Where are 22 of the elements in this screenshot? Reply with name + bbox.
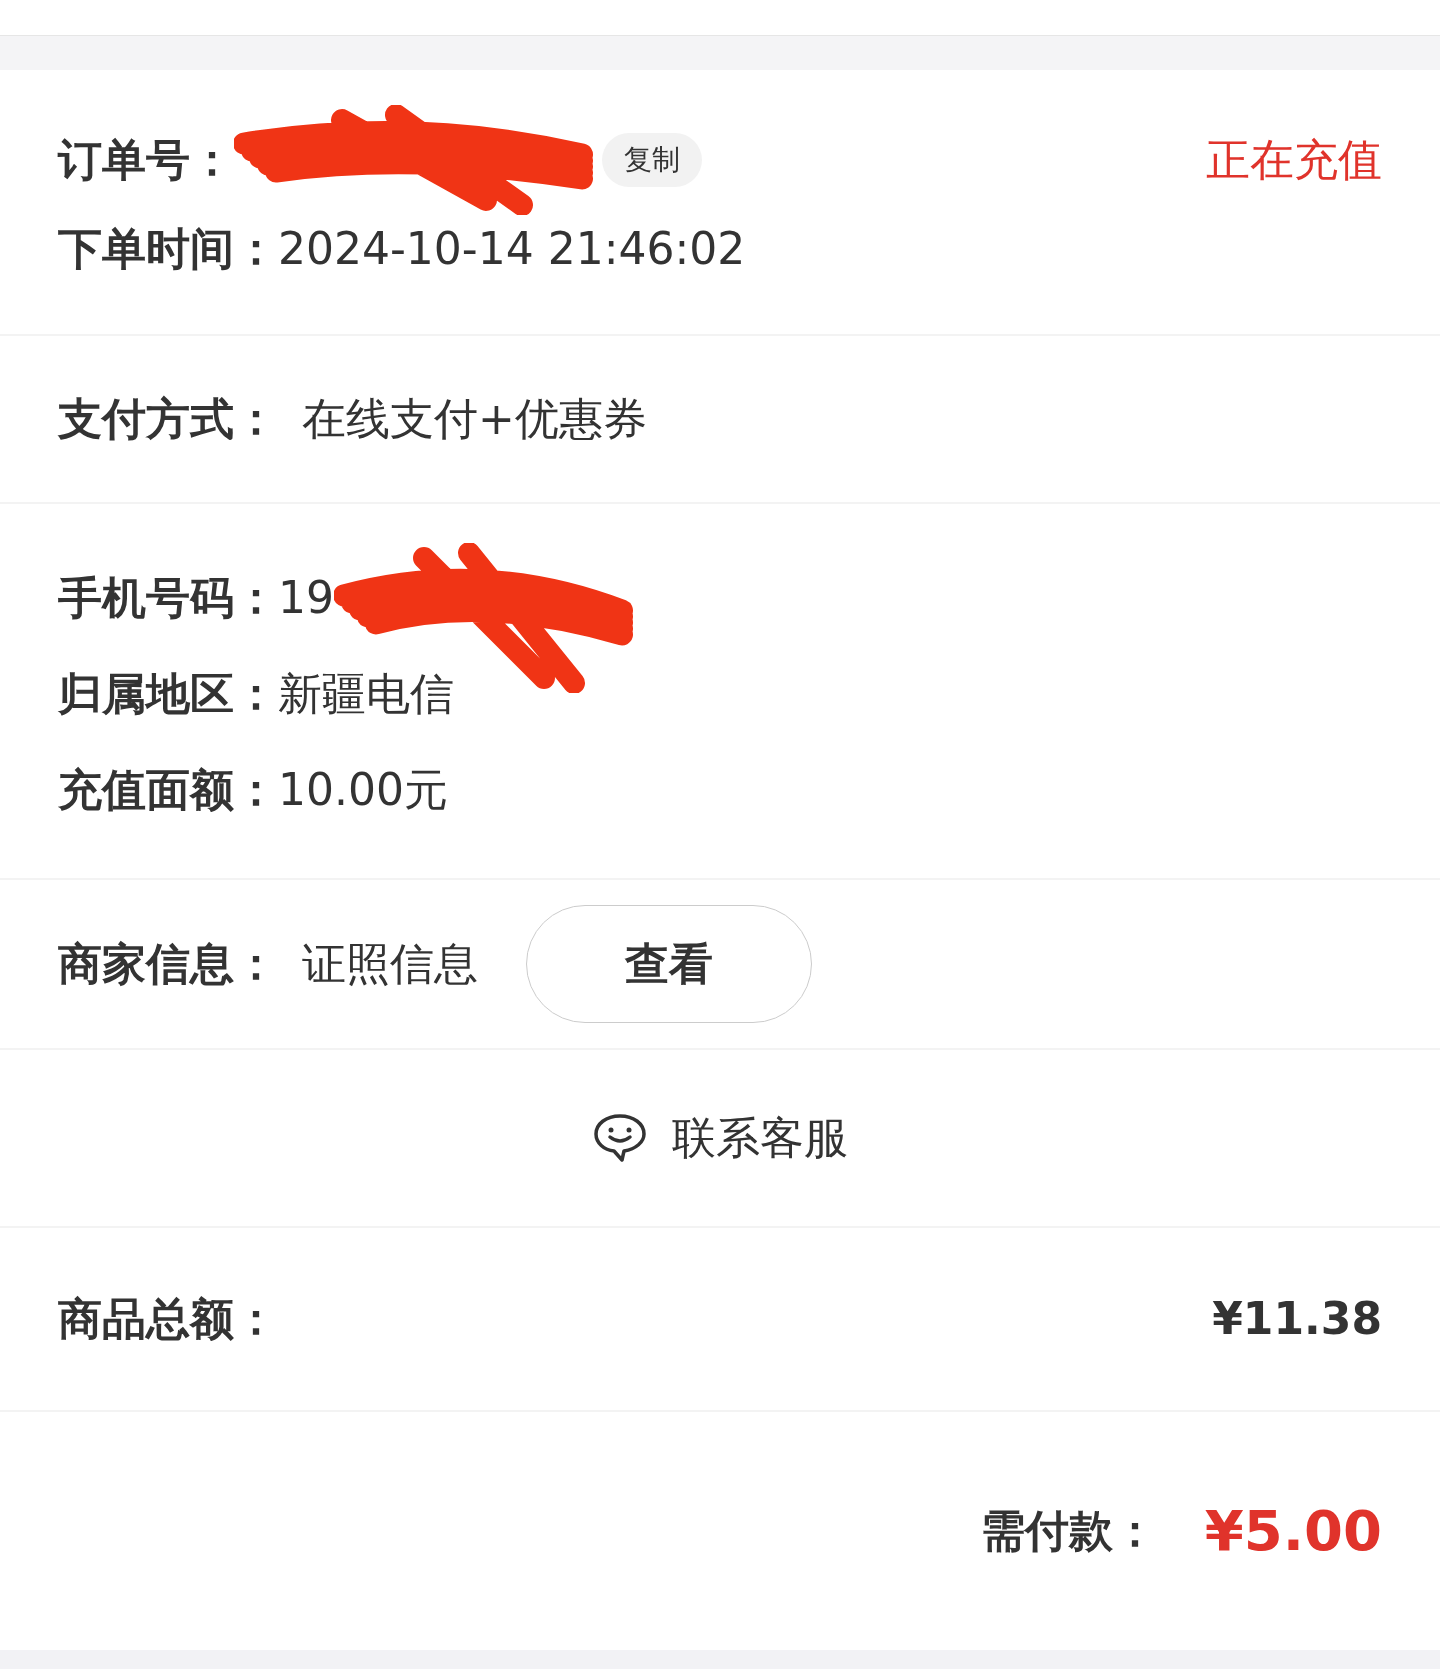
field-label: 手机号码： — [58, 571, 278, 625]
view-button[interactable]: 查看 — [526, 905, 812, 1023]
chat-smile-icon — [592, 1112, 648, 1164]
field-value: 10.00元 — [278, 763, 448, 817]
merchant-info-label: 商家信息： — [58, 937, 278, 991]
order-time: 2024-10-14 21:46:02 — [278, 222, 746, 276]
total-amount: ¥11.38 — [1212, 1292, 1382, 1346]
payment-method: 在线支付+优惠券 — [302, 392, 647, 446]
order-time-label: 下单时间： — [58, 222, 278, 276]
order-status: 正在充值 — [1206, 133, 1382, 187]
field-label: 充值面额： — [58, 763, 278, 817]
total-label: 商品总额： — [58, 1292, 278, 1346]
field-label: 归属地区： — [58, 667, 278, 721]
payment-method-label: 支付方式： — [58, 392, 278, 446]
amount-due-label: 需付款： — [980, 1504, 1157, 1558]
contact-service-link[interactable]: 联系客服 — [592, 1105, 848, 1171]
field-value: 新疆电信 — [278, 667, 454, 721]
copy-button[interactable]: 复制 — [602, 133, 702, 187]
license-info: 证照信息 — [302, 937, 478, 991]
amount-due: ¥5.00 — [1204, 1497, 1382, 1565]
field-value: 19 — [278, 571, 334, 625]
order-number-label: 订单号： — [58, 133, 234, 187]
